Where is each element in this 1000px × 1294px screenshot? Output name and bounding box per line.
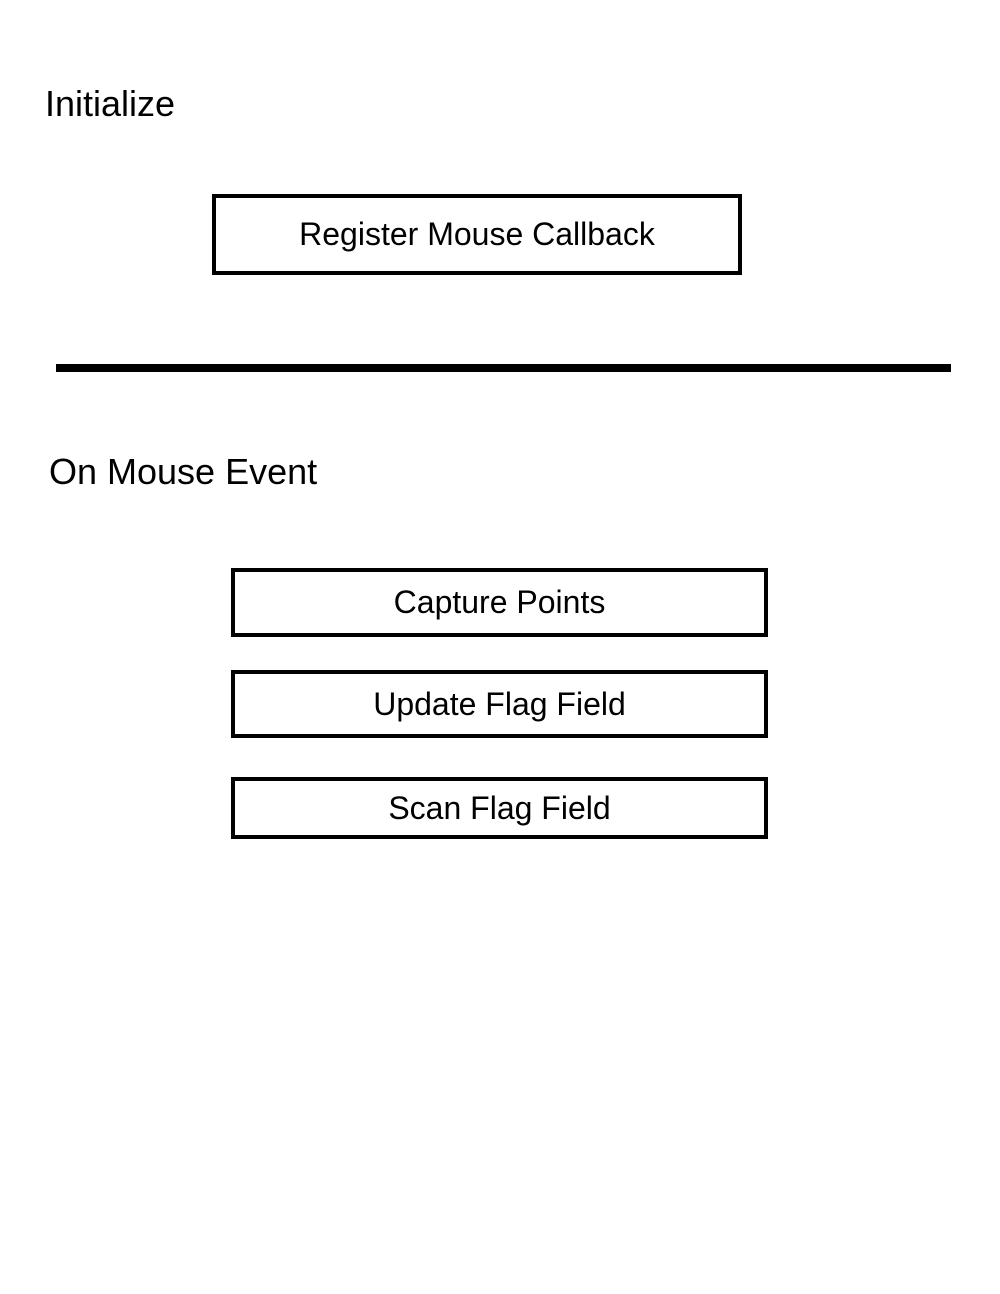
step-label: Capture Points xyxy=(393,584,606,620)
step-label: Register Mouse Callback xyxy=(299,216,655,252)
section-label-on-mouse-event: On Mouse Event xyxy=(49,451,318,492)
step-box-register-mouse-callback: Register Mouse Callback xyxy=(212,194,742,275)
step-box-capture-points: Capture Points xyxy=(231,568,768,637)
step-box-scan-flag-field: Scan Flag Field xyxy=(231,777,768,839)
section-divider xyxy=(56,364,951,372)
step-label: Update Flag Field xyxy=(373,685,626,722)
step-box-update-flag-field: Update Flag Field xyxy=(231,670,768,738)
step-label: Scan Flag Field xyxy=(388,789,611,826)
section-label-initialize: Initialize xyxy=(45,83,176,124)
